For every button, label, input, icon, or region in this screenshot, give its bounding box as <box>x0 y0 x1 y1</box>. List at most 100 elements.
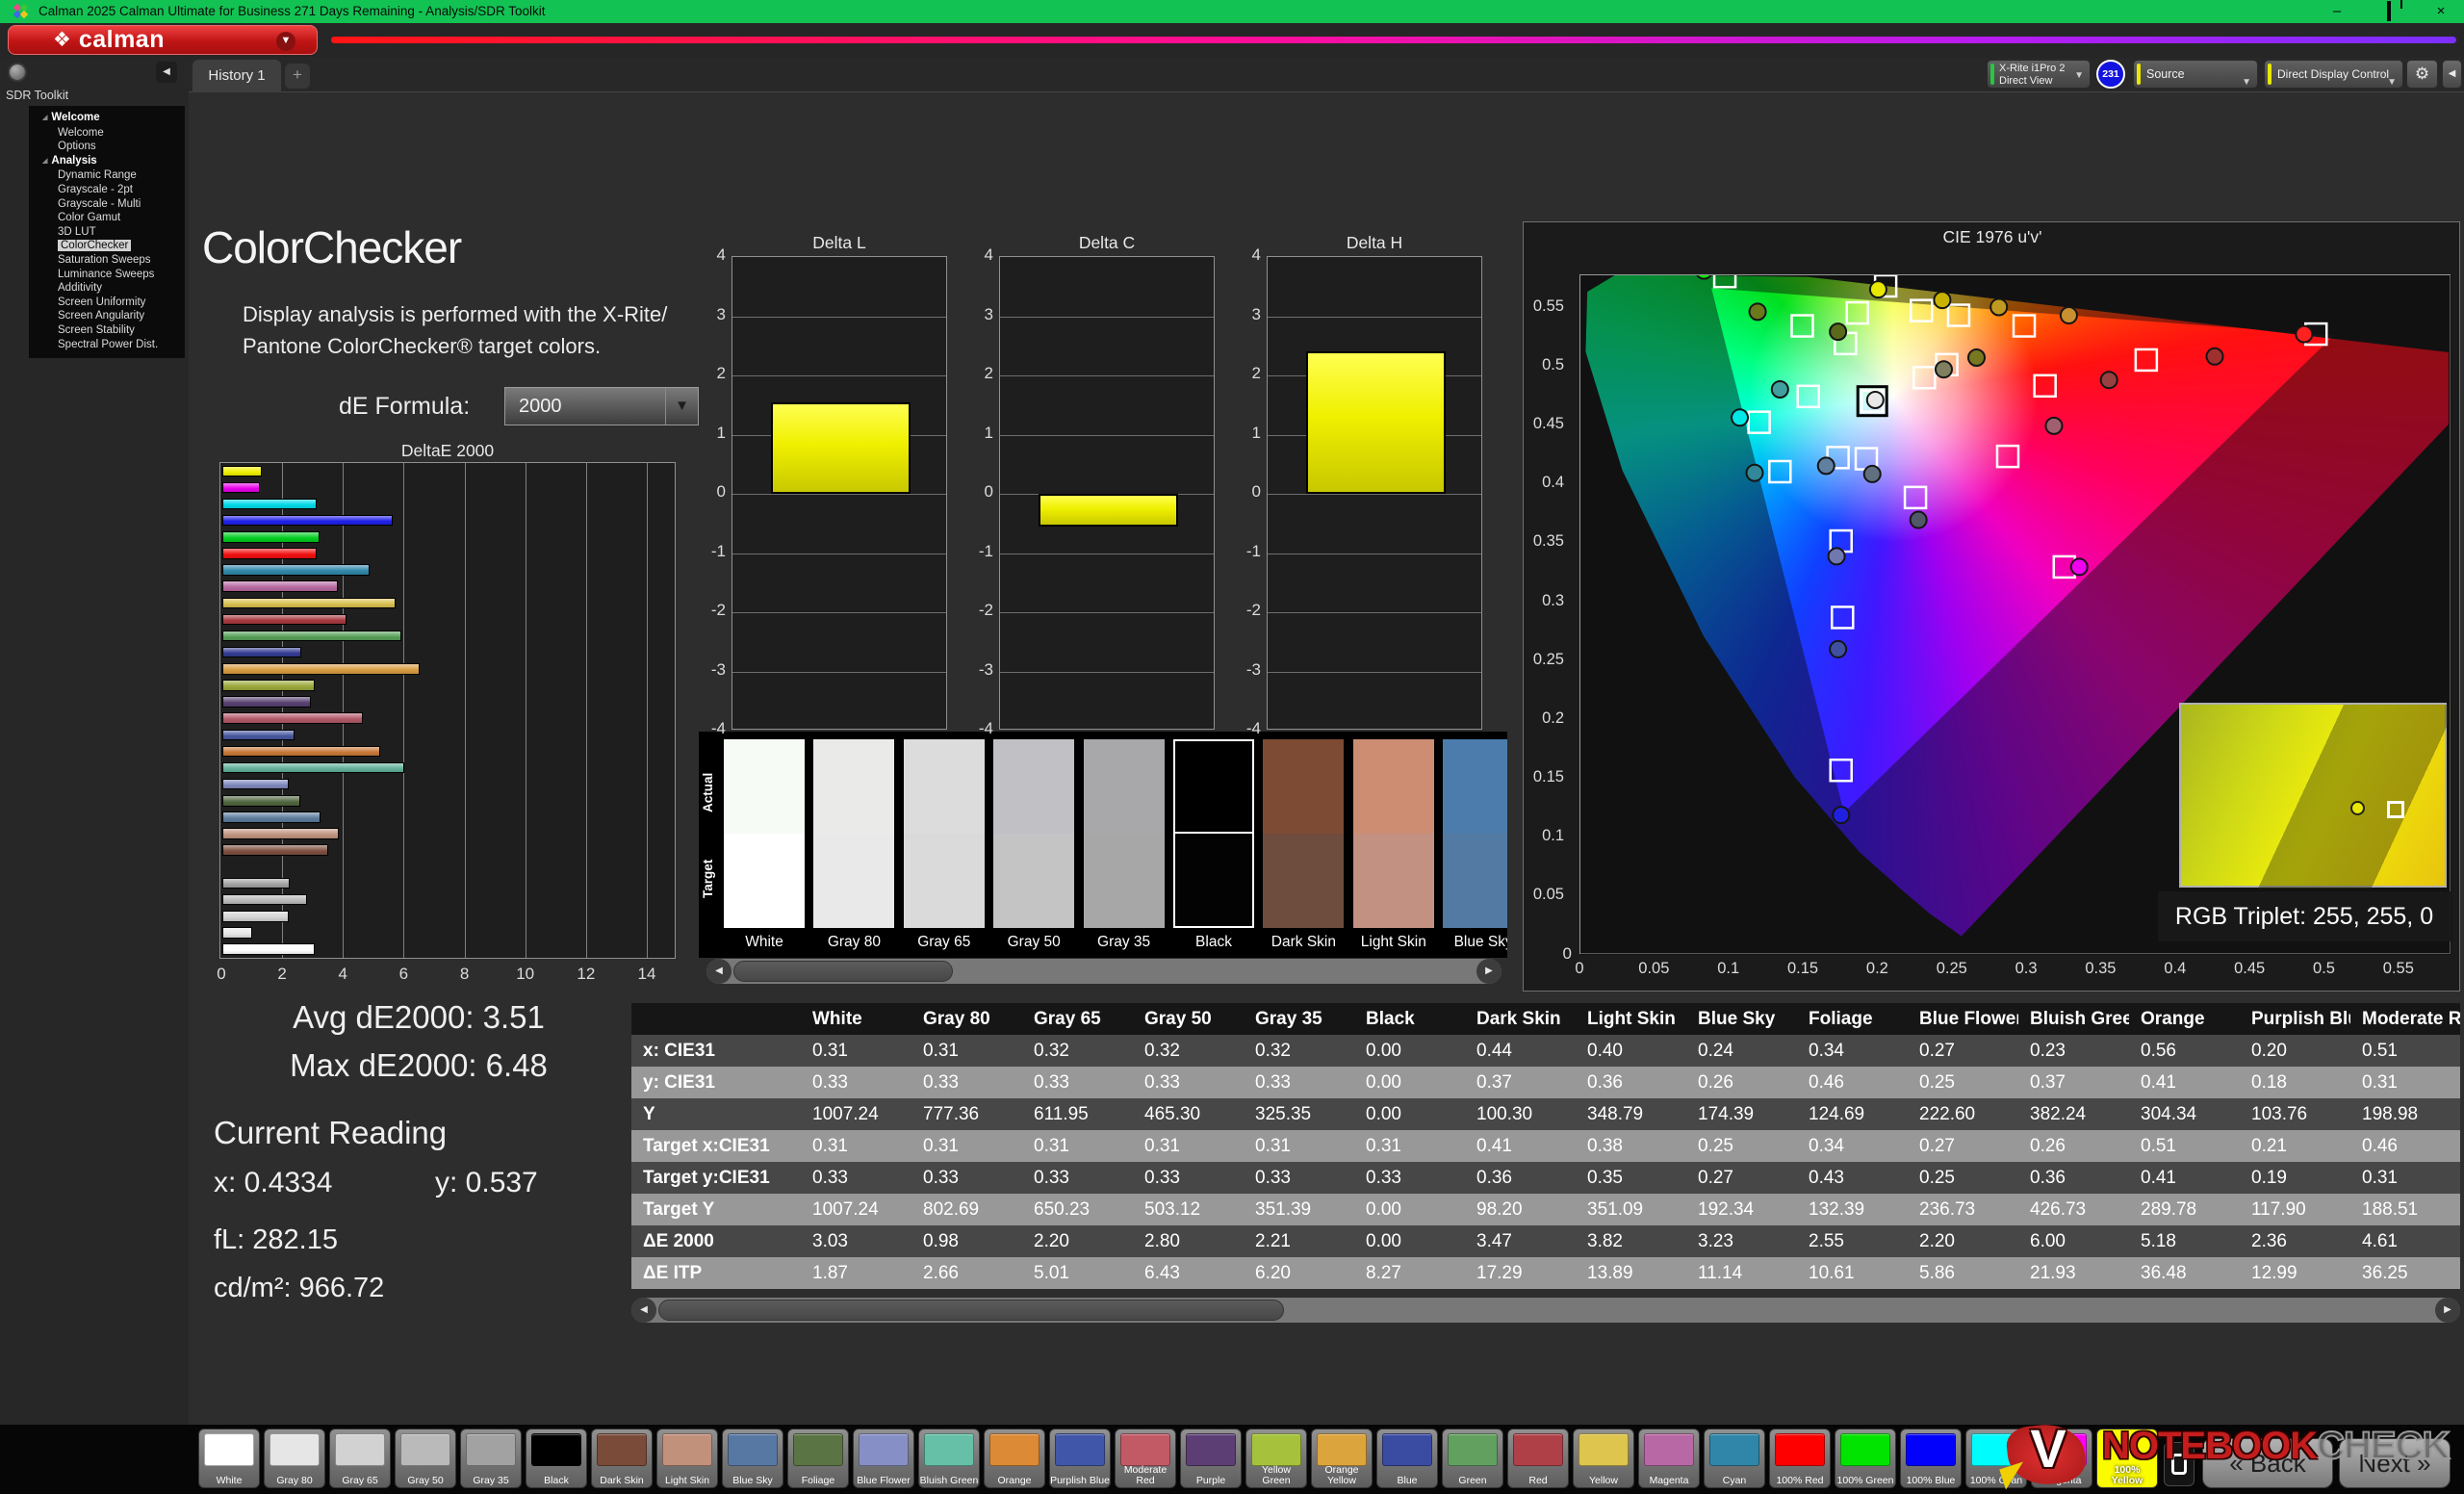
y-tick-label: 3 <box>959 305 993 324</box>
sidebar-item-screen-uniformity[interactable]: Screen Uniformity <box>29 296 185 310</box>
patch-button-orange[interactable]: Orange <box>984 1429 1045 1488</box>
add-tab-button[interactable]: + <box>285 64 310 89</box>
sidebar-item-analysis[interactable]: ◢Analysis <box>29 154 185 169</box>
calman-menu-button[interactable]: ❖ calman ▼ <box>8 25 318 55</box>
y-tick-label: -1 <box>959 542 993 561</box>
de-formula-select[interactable]: 2000 ▼ <box>504 387 699 425</box>
sidebar-item-grayscale-2pt[interactable]: Grayscale - 2pt <box>29 183 185 197</box>
patch-button-gray-80[interactable]: Gray 80 <box>264 1429 325 1488</box>
gridline <box>732 494 946 495</box>
patch-button-gray-50[interactable]: Gray 50 <box>395 1429 456 1488</box>
patch-button-100-blue[interactable]: 100% Blue <box>1900 1429 1962 1488</box>
gridline <box>1000 317 1214 318</box>
patch-button-purple[interactable]: Purple <box>1180 1429 1242 1488</box>
patch-button-purplish-blue[interactable]: Purplish Blue <box>1049 1429 1111 1488</box>
sidebar-item-additivity[interactable]: Additivity <box>29 281 185 296</box>
scroll-right-icon[interactable]: ▶ <box>1476 959 1502 984</box>
target-marker <box>1769 461 1790 482</box>
patch-button-cyan[interactable]: Cyan <box>1704 1429 1765 1488</box>
patch-button-blue-flower[interactable]: Blue Flower <box>853 1429 914 1488</box>
patch-color-chip <box>531 1433 581 1466</box>
scrollbar-thumb[interactable] <box>658 1300 1284 1321</box>
table-cell: 0.33 <box>1133 1162 1244 1194</box>
patch-button-gray-35[interactable]: Gray 35 <box>460 1429 522 1488</box>
sidebar-item-luminance-sweeps[interactable]: Luminance Sweeps <box>29 268 185 282</box>
patch-button-light-skin[interactable]: Light Skin <box>656 1429 718 1488</box>
patch-button-moderate-red[interactable]: Moderate Red <box>1115 1429 1176 1488</box>
reading-cdm2-value: cd/m²: 966.72 <box>214 1273 384 1304</box>
x-tick-label: 12 <box>577 965 595 984</box>
source-dropdown[interactable]: Source ▼ <box>2133 60 2258 89</box>
patch-button-magenta[interactable]: Magenta <box>1638 1429 1700 1488</box>
table-cell: 0.51 <box>2350 1035 2460 1067</box>
display-control-dropdown[interactable]: Direct Display Control ▼ <box>2264 60 2403 89</box>
scroll-left-icon[interactable]: ◀ <box>706 959 732 984</box>
results-table: WhiteGray 80Gray 65Gray 50Gray 35BlackDa… <box>631 1003 2460 1292</box>
patch-button-green[interactable]: Green <box>1442 1429 1503 1488</box>
table-scrollbar[interactable]: ◀ ▶ <box>631 1298 2460 1323</box>
sidebar-item-screen-angularity[interactable]: Screen Angularity <box>29 309 185 323</box>
close-icon[interactable]: × <box>2431 0 2451 23</box>
patch-button-100-red[interactable]: 100% Red <box>1769 1429 1831 1488</box>
patch-button-100-green[interactable]: 100% Green <box>1835 1429 1896 1488</box>
sidebar-item-screen-stability[interactable]: Screen Stability <box>29 323 185 338</box>
patch-button-blue-sky[interactable]: Blue Sky <box>722 1429 783 1488</box>
delta-h-chart <box>1267 256 1482 730</box>
actual-swatch <box>904 739 985 834</box>
column-header-gray-50: Gray 50 <box>1133 1003 1244 1035</box>
sidebar-item-colorchecker[interactable]: ColorChecker <box>29 239 185 253</box>
sidebar-item-grayscale-multi[interactable]: Grayscale - Multi <box>29 197 185 212</box>
target-swatch <box>1443 834 1507 928</box>
sidebar-item-welcome[interactable]: Welcome <box>29 126 185 141</box>
patch-button-red[interactable]: Red <box>1507 1429 1569 1488</box>
sidebar-item-3d-lut[interactable]: 3D LUT <box>29 225 185 240</box>
y-tick-label: 0 <box>1537 944 1572 964</box>
chevron-down-icon: ▼ <box>2074 69 2084 82</box>
table-cell: 0.00 <box>1354 1035 1465 1067</box>
tree-expand-icon[interactable]: ◢ <box>42 115 47 121</box>
sidebar-item-label: Additivity <box>58 282 102 294</box>
sidebar-item-color-gamut[interactable]: Color Gamut <box>29 211 185 225</box>
restore-icon[interactable] <box>2379 0 2399 23</box>
patch-button-label: Black <box>526 1476 586 1486</box>
patch-button-dark-skin[interactable]: Dark Skin <box>591 1429 653 1488</box>
patch-button-gray-65[interactable]: Gray 65 <box>329 1429 391 1488</box>
y-tick-label: 0.05 <box>1529 886 1564 904</box>
sidebar-item-welcome[interactable]: ◢Welcome <box>29 111 185 126</box>
scroll-right-icon[interactable]: ▶ <box>2435 1298 2460 1323</box>
sidebar-item-saturation-sweeps[interactable]: Saturation Sweeps <box>29 253 185 268</box>
patch-button-yellow-green[interactable]: Yellow Green <box>1245 1429 1307 1488</box>
scroll-left-icon[interactable]: ◀ <box>631 1298 656 1323</box>
patch-button-yellow[interactable]: Yellow <box>1573 1429 1634 1488</box>
patch-button-foliage[interactable]: Foliage <box>787 1429 849 1488</box>
meter-dropdown[interactable]: X-Rite i1Pro 2 Direct View ▼ <box>1987 60 2091 89</box>
tab-history-1[interactable]: History 1 <box>192 60 281 92</box>
table-cell: 348.79 <box>1576 1098 1686 1130</box>
gridline <box>732 317 946 318</box>
y-tick-label: -1 <box>1226 542 1261 561</box>
sidebar-item-options[interactable]: Options <box>29 140 185 154</box>
sidebar-collapse-icon[interactable]: ◀ <box>156 62 177 83</box>
minimize-icon[interactable]: – <box>2327 0 2347 23</box>
y-tick-label: 0 <box>959 482 993 502</box>
sidebar-dot-button[interactable] <box>8 63 27 82</box>
meter-count-badge[interactable]: 231 <box>2096 60 2125 89</box>
measured-marker <box>1772 381 1788 398</box>
measured-marker <box>1818 457 1835 474</box>
patch-button-blue[interactable]: Blue <box>1376 1429 1438 1488</box>
collapse-panel-icon[interactable]: ◀ <box>2442 60 2462 89</box>
table-cell: 1007.24 <box>801 1098 911 1130</box>
table-cell: 0.51 <box>2129 1130 2240 1162</box>
patch-button-white[interactable]: White <box>198 1429 260 1488</box>
patch-button-bluish-green[interactable]: Bluish Green <box>918 1429 980 1488</box>
tree-expand-icon[interactable]: ◢ <box>42 158 47 165</box>
sidebar-item-dynamic-range[interactable]: Dynamic Range <box>29 168 185 183</box>
patch-button-orange-yellow[interactable]: Orange Yellow <box>1311 1429 1373 1488</box>
gear-icon[interactable]: ⚙ <box>2406 60 2438 89</box>
sidebar-item-spectral-power-dist[interactable]: Spectral Power Dist. <box>29 338 185 352</box>
swatch-strip-scrollbar[interactable]: ◀ ▶ <box>706 959 1502 984</box>
patch-button-black[interactable]: Black <box>526 1429 587 1488</box>
scrollbar-thumb[interactable] <box>733 961 953 982</box>
patch-button-label: Gray 35 <box>461 1476 521 1486</box>
calman-app-icon <box>13 4 29 19</box>
